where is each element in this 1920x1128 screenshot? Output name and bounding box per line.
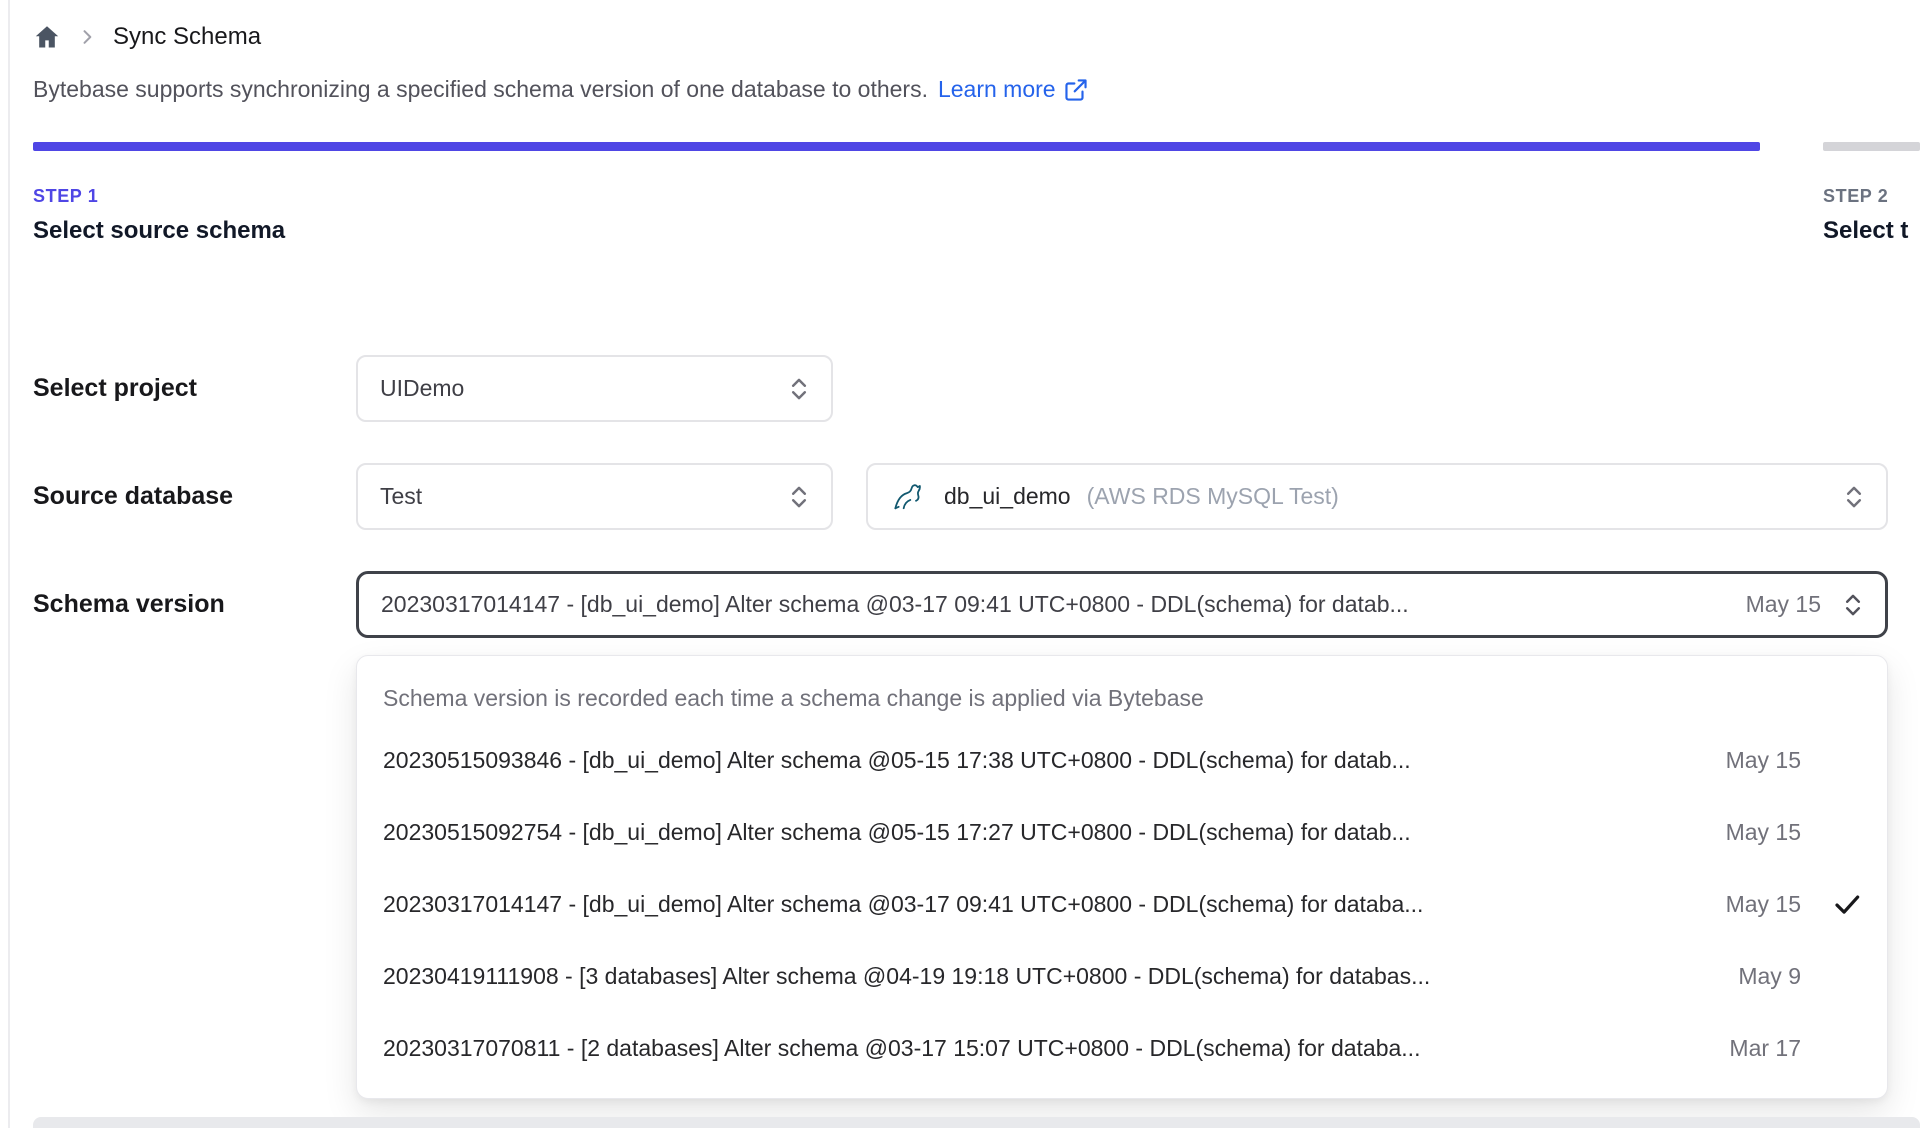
schema-version-option[interactable]: 20230515092754 - [db_ui_demo] Alter sche… — [357, 796, 1887, 868]
dropdown-hint: Schema version is recorded each time a s… — [383, 684, 1204, 711]
chevron-up-down-icon — [1840, 483, 1868, 511]
project-select-value: UIDemo — [380, 375, 465, 401]
option-date: May 15 — [1725, 818, 1801, 845]
breadcrumb: Sync Schema — [33, 18, 261, 56]
source-database-label: Source database — [33, 482, 234, 510]
bottom-section-divider — [33, 1117, 1920, 1128]
sync-schema-page: Sync Schema Bytebase supports synchroniz… — [0, 0, 1920, 1128]
page-title: Sync Schema — [113, 23, 262, 50]
option-date: May 15 — [1725, 746, 1801, 773]
check-icon — [1835, 895, 1860, 914]
option-date: May 15 — [1725, 890, 1801, 917]
schema-version-option[interactable]: 20230419111908 - [3 databases] Alter sch… — [357, 940, 1887, 1012]
chevron-up-down-icon — [785, 483, 813, 511]
database-select-value: db_ui_demo (AWS RDS MySQL Test) — [944, 483, 1840, 510]
chevron-up-down-icon — [1839, 591, 1867, 619]
schema-version-option[interactable]: 20230515093846 - [db_ui_demo] Alter sche… — [357, 724, 1887, 796]
option-text: 20230419111908 - [3 databases] Alter sch… — [383, 962, 1431, 989]
schema-version-select-date: May 15 — [1745, 591, 1821, 617]
option-date: May 9 — [1738, 962, 1801, 989]
option-text: 20230317070811 - [2 databases] Alter sch… — [383, 1034, 1421, 1061]
environment-select-value: Test — [380, 483, 423, 509]
step1-title: Select source schema — [33, 217, 286, 244]
learn-more-link[interactable]: Learn more — [938, 76, 1089, 103]
schema-version-select-value: 20230317014147 - [db_ui_demo] Alter sche… — [381, 591, 1409, 617]
step1-header: STEP 1 Select source schema — [33, 186, 285, 245]
home-icon[interactable] — [33, 23, 61, 51]
mysql-dolphin-icon — [890, 478, 928, 516]
step2-label: STEP 2 — [1823, 186, 1889, 206]
intro-description: Bytebase supports synchronizing a specif… — [33, 76, 928, 102]
schema-version-select[interactable]: 20230317014147 - [db_ui_demo] Alter sche… — [356, 571, 1888, 638]
database-detail: (AWS RDS MySQL Test) — [1086, 483, 1339, 509]
step2-title: Select t — [1823, 217, 1909, 244]
external-link-icon — [1064, 78, 1087, 101]
database-select[interactable]: db_ui_demo (AWS RDS MySQL Test) — [866, 463, 1888, 530]
option-text: 20230317014147 - [db_ui_demo] Alter sche… — [383, 890, 1424, 917]
learn-more-label: Learn more — [937, 76, 1056, 102]
option-text: 20230515092754 - [db_ui_demo] Alter sche… — [383, 818, 1411, 845]
select-project-label: Select project — [33, 374, 197, 402]
step2-progress-bar — [1823, 142, 1920, 151]
option-date: Mar 17 — [1729, 1034, 1801, 1061]
schema-version-label: Schema version — [33, 590, 225, 618]
step1-label: STEP 1 — [33, 186, 99, 206]
check-slot — [1801, 888, 1863, 920]
breadcrumb-chevron-icon — [77, 27, 97, 47]
database-name: db_ui_demo — [944, 483, 1071, 509]
schema-version-option-selected[interactable]: 20230317014147 - [db_ui_demo] Alter sche… — [357, 868, 1887, 940]
chevron-up-down-icon — [785, 375, 813, 403]
schema-version-dropdown: Schema version is recorded each time a s… — [356, 655, 1888, 1099]
content-left-divider — [8, 0, 10, 1128]
project-select[interactable]: UIDemo — [356, 355, 833, 422]
step2-header: STEP 2 Select t — [1823, 186, 1908, 245]
environment-select[interactable]: Test — [356, 463, 833, 530]
step1-progress-bar — [33, 142, 1760, 151]
schema-version-option[interactable]: 20230317070811 - [2 databases] Alter sch… — [357, 1012, 1887, 1084]
intro-text: Bytebase supports synchronizing a specif… — [33, 76, 1089, 103]
option-text: 20230515093846 - [db_ui_demo] Alter sche… — [383, 746, 1411, 773]
